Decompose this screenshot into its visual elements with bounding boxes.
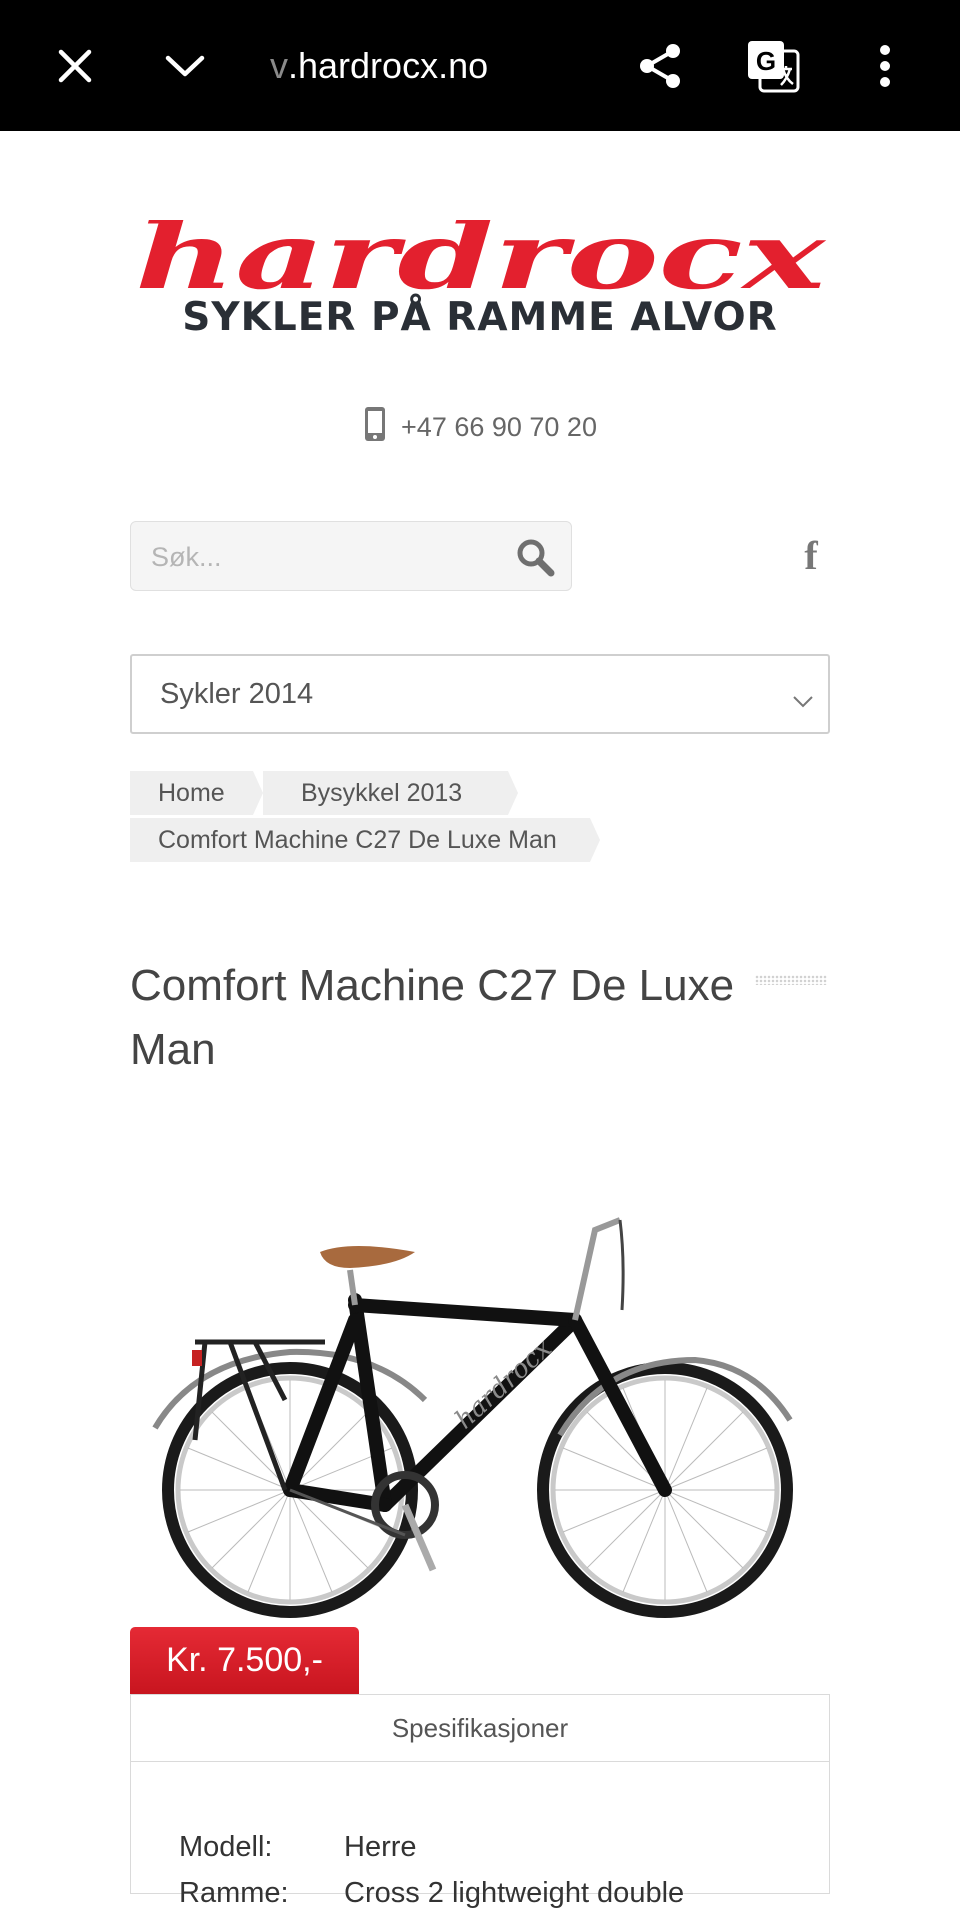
category-select-value: Sykler 2014 xyxy=(160,677,314,710)
breadcrumb-item-current: Comfort Machine C27 De Luxe Man xyxy=(130,818,600,862)
spec-row: Modell: Herre xyxy=(179,1831,417,1864)
breadcrumb-item-home[interactable]: Home xyxy=(130,771,263,815)
url-bar[interactable]: v .hardrocx.no xyxy=(270,0,570,131)
overflow-menu-icon[interactable] xyxy=(850,0,920,131)
contact-phone[interactable]: +47 66 90 70 20 xyxy=(0,402,960,452)
browser-toolbar: v .hardrocx.no G xyxy=(0,0,960,131)
chevron-down-icon[interactable] xyxy=(150,0,220,131)
search-input[interactable] xyxy=(149,522,493,592)
spec-value: Herre xyxy=(344,1831,417,1863)
search-icon[interactable] xyxy=(515,537,555,582)
mobile-phone-icon xyxy=(363,406,387,449)
category-select[interactable]: Sykler 2014 xyxy=(130,654,830,734)
spec-key: Modell: xyxy=(179,1831,273,1863)
specs-heading[interactable]: Spesifikasjoner xyxy=(131,1695,829,1762)
phone-number: +47 66 90 70 20 xyxy=(401,411,597,442)
url-prefix: v xyxy=(270,44,288,86)
product-image[interactable]: hardrocx xyxy=(135,1200,815,1620)
breadcrumb-label: Comfort Machine C27 De Luxe Man xyxy=(158,825,557,854)
svg-text:hardrocx: hardrocx xyxy=(450,1333,558,1435)
specs-panel: Spesifikasjoner Modell: Herre Ramme: Cross… xyxy=(130,1694,830,1909)
url-text: .hardrocx.no xyxy=(288,44,489,86)
breadcrumb-label: Home xyxy=(158,778,225,807)
logo-tagline: SYKLER PÅ RAMME ALVOR xyxy=(182,295,778,340)
breadcrumb-item-bysykkel[interactable]: Bysykkel 2013 xyxy=(263,771,518,815)
breadcrumb-label: Bysykkel 2013 xyxy=(301,778,463,807)
search-box xyxy=(130,521,572,592)
spec-row: Ramme: Cross 2 lightweight double xyxy=(179,1877,684,1910)
translate-icon[interactable]: G xyxy=(738,0,808,131)
spec-key: Ramme: xyxy=(179,1877,289,1909)
title-divider xyxy=(755,975,827,985)
spec-value: Cross 2 lightweight double xyxy=(344,1877,685,1909)
chevron-down-icon xyxy=(792,684,814,717)
close-icon[interactable] xyxy=(40,0,110,131)
share-icon[interactable] xyxy=(625,0,695,131)
product-title: Comfort Machine C27 De Luxe Man xyxy=(130,961,735,1075)
price-badge: Kr. 7.500,- xyxy=(130,1627,359,1694)
facebook-icon[interactable]: f xyxy=(795,530,827,580)
logo-wordmark: hardrocx xyxy=(135,220,827,300)
svg-text:G: G xyxy=(756,46,776,76)
